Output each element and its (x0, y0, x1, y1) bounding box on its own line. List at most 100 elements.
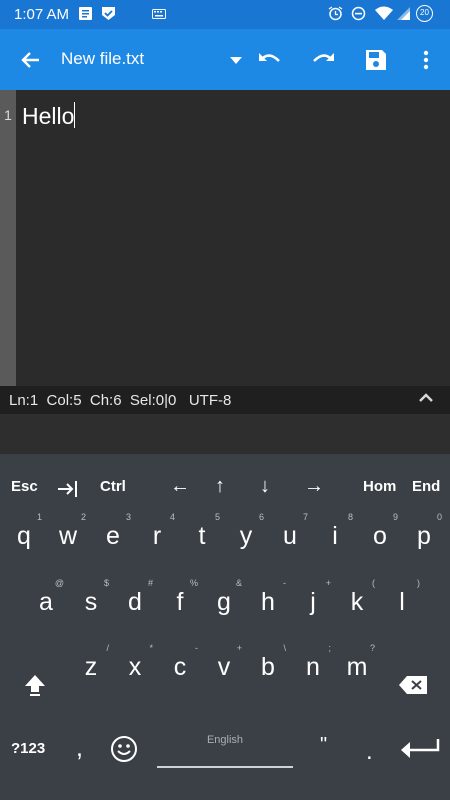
key-space[interactable]: English (155, 730, 295, 772)
key-t[interactable]: 5t (180, 506, 224, 556)
key-hint: + (236, 643, 242, 653)
key-esc[interactable]: Esc (11, 478, 38, 495)
key-p[interactable]: 0p (402, 506, 446, 556)
key-e[interactable]: 3e (91, 506, 135, 556)
text-cursor (74, 102, 76, 128)
key-label: j (310, 588, 316, 616)
key-l[interactable]: ) l (380, 572, 424, 622)
key-hint: 5 (214, 512, 220, 522)
key-h[interactable]: -h (246, 572, 290, 622)
key-period[interactable]: . (366, 738, 373, 766)
key-arrow-right[interactable]: → (304, 475, 324, 498)
key-f[interactable]: % f (158, 572, 202, 622)
cellular-signal-icon (397, 7, 410, 20)
key-end[interactable]: End (412, 478, 440, 495)
key-arrow-up[interactable]: ↑ (215, 475, 225, 498)
key-label: d (128, 588, 142, 616)
key-c[interactable]: -c (158, 637, 202, 687)
key-label: u (283, 522, 297, 550)
key-i[interactable]: 8i (313, 506, 357, 556)
key-label: f (176, 588, 184, 616)
key-hint: 8 (347, 512, 353, 522)
shield-check-icon (102, 7, 115, 20)
document-notification-icon (79, 7, 92, 20)
key-hint: / (106, 643, 109, 653)
key-u[interactable]: 7u (268, 506, 312, 556)
text-editor[interactable]: 1 Hello (0, 90, 450, 386)
key-y[interactable]: 6y (224, 506, 268, 556)
more-vertical-icon (423, 50, 429, 70)
key-a[interactable]: @ a (24, 572, 68, 622)
key-label: k (350, 588, 364, 616)
battery-indicator: 20 (416, 5, 433, 22)
tab-icon[interactable] (57, 480, 79, 498)
do-not-disturb-icon (351, 6, 366, 21)
key-hint: * (149, 643, 153, 653)
key-b[interactable]: \ b (246, 637, 290, 687)
emoji-icon[interactable] (110, 735, 138, 763)
key-k[interactable]: (k (335, 572, 379, 622)
app-toolbar: New file.txt (0, 29, 450, 90)
arrow-left-icon (21, 52, 39, 68)
key-label: h (261, 588, 275, 616)
key-hint: 3 (125, 512, 131, 522)
key-hint: 0 (436, 512, 442, 522)
key-hint: - (195, 643, 198, 653)
key-hint: # (147, 578, 153, 588)
key-hint: 9 (392, 512, 398, 522)
cursor-info: Ln:1 Col:5 Ch:6 Sel:0|0 UTF-8 (9, 392, 232, 409)
key-s[interactable]: $ s (69, 572, 113, 622)
key-comma[interactable]: , (76, 734, 83, 763)
key-symbols[interactable]: ?123 (11, 740, 45, 757)
key-o[interactable]: 9o (358, 506, 402, 556)
redo-button[interactable] (304, 41, 342, 79)
wifi-icon (375, 6, 393, 20)
key-n[interactable]: ; n (291, 637, 335, 687)
key-arrow-left[interactable]: ← (170, 475, 190, 498)
key-label: p (417, 522, 431, 550)
key-j[interactable]: + j (291, 572, 335, 622)
key-hint: $ (103, 578, 109, 588)
key-label: c (173, 653, 187, 681)
key-label: e (106, 522, 120, 550)
key-arrow-down[interactable]: ↓ (260, 475, 270, 498)
key-hint: \ (283, 643, 286, 653)
key-hint: 7 (302, 512, 308, 522)
key-hint: ; (328, 643, 331, 653)
file-dropdown-button[interactable] (217, 41, 255, 79)
back-button[interactable] (12, 41, 50, 79)
key-ctrl[interactable]: Ctrl (100, 478, 126, 495)
key-w[interactable]: 2w (46, 506, 90, 556)
file-name-title[interactable]: New file.txt (61, 49, 144, 69)
key-hint: % (189, 578, 198, 588)
key-hint: @ (54, 578, 64, 588)
key-x[interactable]: * x (113, 637, 157, 687)
key-q[interactable]: 1q (2, 506, 46, 556)
key-label: i (332, 522, 338, 550)
key-hint: ( (372, 578, 375, 588)
alarm-icon (328, 6, 343, 21)
key-z[interactable]: / z (69, 637, 113, 687)
editor-line[interactable]: Hello (22, 102, 76, 130)
save-icon (366, 50, 386, 70)
key-shift[interactable] (22, 672, 52, 702)
key-label: m (346, 653, 368, 681)
more-options-button[interactable] (407, 41, 445, 79)
enter-icon[interactable] (400, 738, 440, 760)
key-g[interactable]: & g (202, 572, 246, 622)
key-m[interactable]: ? m (335, 637, 379, 687)
undo-button[interactable] (251, 41, 289, 79)
key-home[interactable]: Hom (363, 478, 396, 495)
key-d[interactable]: # d (113, 572, 157, 622)
undo-icon (259, 53, 280, 62)
keyboard-status-icon (152, 9, 166, 19)
line-number: 1 (4, 107, 12, 123)
key-backspace[interactable] (398, 675, 430, 699)
key-v[interactable]: + v (202, 637, 246, 687)
key-hint: 1 (36, 512, 42, 522)
chevron-up-icon[interactable] (418, 392, 434, 404)
key-quote[interactable]: " (320, 734, 327, 757)
key-r[interactable]: 4r (135, 506, 179, 556)
save-button[interactable] (357, 41, 395, 79)
key-label: z (84, 653, 98, 681)
